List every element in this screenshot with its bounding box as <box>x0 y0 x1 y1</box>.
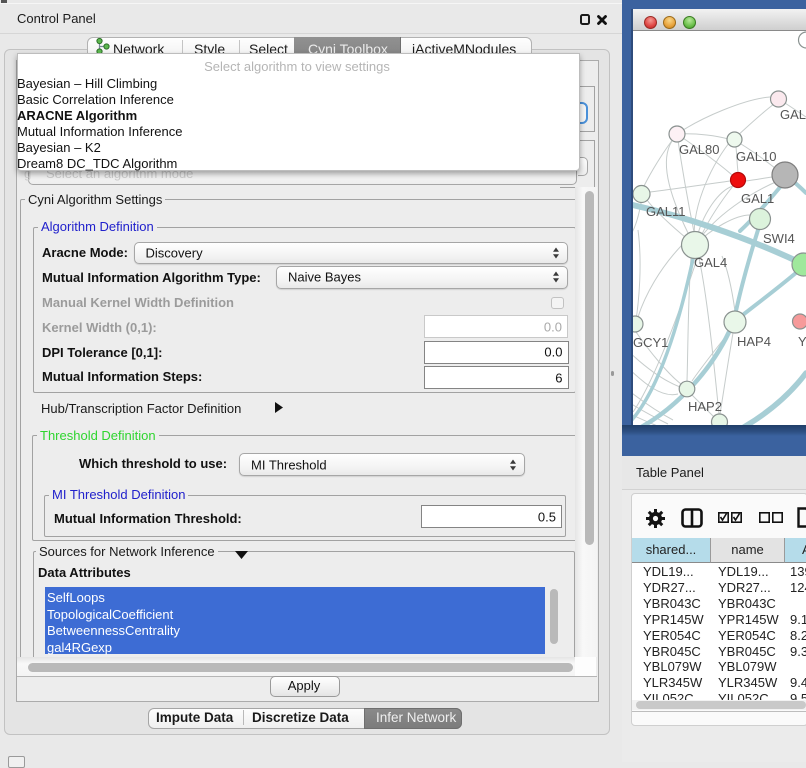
svg-text:GAL4: GAL4 <box>694 255 727 270</box>
svg-text:GAL10: GAL10 <box>736 149 776 164</box>
svg-text:GAL7: GAL7 <box>780 107 806 122</box>
svg-text:GAL80: GAL80 <box>679 142 719 157</box>
svg-text:GAL1: GAL1 <box>741 191 774 206</box>
svg-text:HAP4: HAP4 <box>737 334 771 349</box>
svg-text:GAL11: GAL11 <box>646 204 686 219</box>
svg-text:GCY1: GCY1 <box>633 335 668 350</box>
svg-text:YM: YM <box>798 334 806 349</box>
svg-text:HAP2: HAP2 <box>688 399 722 414</box>
svg-text:SWI4: SWI4 <box>763 231 795 246</box>
